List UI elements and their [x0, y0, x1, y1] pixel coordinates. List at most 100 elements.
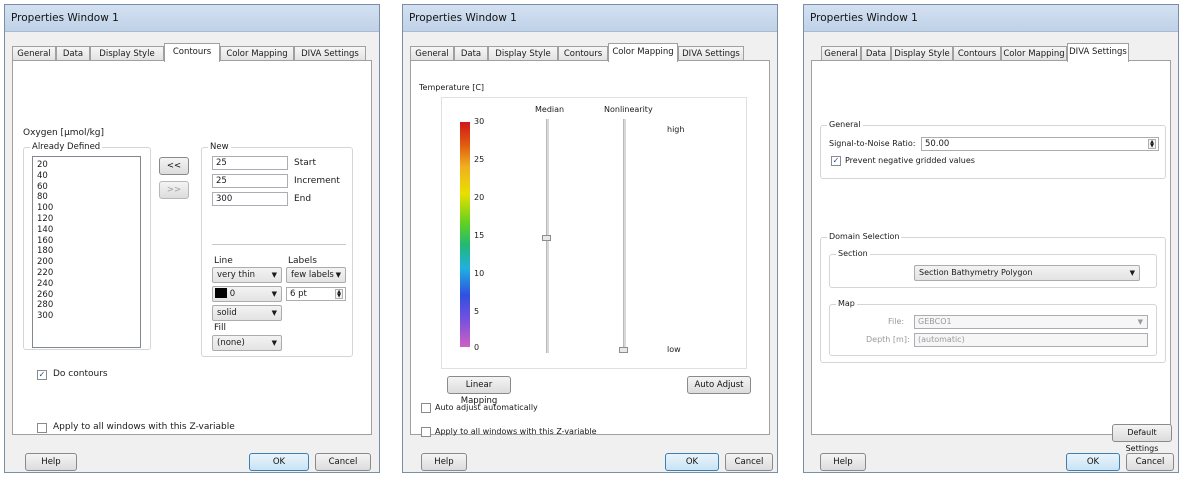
auto-adjust-checkbox[interactable] [421, 403, 431, 413]
properties-window-contours: Properties Window 1 General Data Display… [4, 4, 380, 473]
tab-contours[interactable]: Contours [558, 46, 608, 61]
fill-select[interactable]: (none) ▼ [212, 335, 282, 351]
do-contours-checkbox[interactable]: ✓ [37, 370, 47, 380]
list-item[interactable]: 160 [37, 236, 140, 247]
dropdown-arrow-icon: ▼ [335, 271, 341, 279]
list-item[interactable]: 120 [37, 214, 140, 225]
ok-button[interactable]: OK [1066, 453, 1120, 471]
color-swatch [215, 287, 227, 298]
list-item[interactable]: 260 [37, 290, 140, 301]
tab-data[interactable]: Data [56, 46, 90, 61]
list-item[interactable]: 20 [37, 160, 140, 171]
spinner-icon[interactable]: ▲ ▼ [335, 289, 343, 299]
tab-diva-settings[interactable]: DIVA Settings [294, 46, 366, 61]
mapping-area [441, 97, 747, 369]
dropdown-arrow-icon: ▼ [271, 271, 277, 279]
default-settings-button[interactable]: Default Settings [1112, 424, 1172, 453]
tab-display-style[interactable]: Display Style [90, 46, 164, 61]
list-item[interactable]: 200 [37, 257, 140, 268]
list-item[interactable]: 140 [37, 225, 140, 236]
prevent-negative-checkbox[interactable]: ✓ [831, 156, 841, 166]
section-value: Section Bathymetry Polygon [919, 268, 1033, 277]
help-button[interactable]: Help [25, 453, 77, 471]
tab-general[interactable]: General [410, 46, 454, 61]
tab-display-style[interactable]: Display Style [891, 46, 953, 61]
tab-general[interactable]: General [12, 46, 56, 61]
dropdown-arrow-icon: ▼ [1129, 269, 1135, 277]
dropdown-arrow-icon: ▼ [271, 290, 277, 298]
labels-mode-select[interactable]: few labels ▼ [286, 267, 346, 283]
ok-button[interactable]: OK [249, 453, 309, 471]
auto-adjust-button[interactable]: Auto Adjust [687, 376, 751, 394]
median-label: Median [535, 105, 565, 114]
tab-data[interactable]: Data [861, 46, 891, 61]
tab-display-style[interactable]: Display Style [488, 46, 558, 61]
list-item[interactable]: 220 [37, 268, 140, 279]
median-slider-thumb[interactable] [542, 235, 551, 241]
tab-color-mapping[interactable]: Color Mapping [220, 46, 294, 61]
list-item[interactable]: 60 [37, 182, 140, 193]
increment-input[interactable]: 25 [212, 174, 288, 188]
already-defined-label: Already Defined [30, 142, 103, 152]
tab-general[interactable]: General [821, 46, 861, 61]
depth-input[interactable]: (automatic) [914, 333, 1148, 347]
section-label: Section [836, 249, 870, 258]
line-style-select[interactable]: solid ▼ [212, 305, 282, 321]
list-item[interactable]: 300 [37, 311, 140, 322]
new-group: New 25 Start 25 Increment 300 End Line L… [201, 142, 353, 357]
scale-tick-label: 0 [474, 343, 480, 352]
tab-diva-settings[interactable]: DIVA Settings [1067, 43, 1129, 62]
scale-tick-label: 30 [474, 117, 485, 126]
section-group: Section Section Bathymetry Polygon ▼ [829, 249, 1157, 288]
apply-all-label: Apply to all windows with this Z-variabl… [435, 427, 597, 436]
ok-button[interactable]: OK [665, 453, 719, 471]
scale-tick-label: 25 [474, 155, 485, 164]
tab-color-mapping[interactable]: Color Mapping [608, 43, 678, 62]
apply-all-checkbox[interactable] [421, 427, 431, 437]
labels-mode-value: few labels [291, 270, 334, 280]
linear-mapping-button[interactable]: Linear Mapping [447, 376, 511, 406]
snr-label: Signal-to-Noise Ratio: [829, 139, 916, 148]
tab-data[interactable]: Data [454, 46, 488, 61]
line-width-select[interactable]: very thin ▼ [212, 267, 282, 283]
list-item[interactable]: 280 [37, 300, 140, 311]
list-item[interactable]: 80 [37, 192, 140, 203]
cancel-button[interactable]: Cancel [725, 453, 773, 471]
help-button[interactable]: Help [820, 453, 866, 471]
auto-adjust-auto-label: Auto adjust automatically [435, 403, 538, 412]
nonlinearity-slider-track[interactable] [623, 119, 626, 353]
move-right-button[interactable]: >> [159, 181, 189, 199]
move-left-button[interactable]: << [159, 157, 189, 175]
end-input[interactable]: 300 [212, 192, 288, 206]
window-title: Properties Window 1 [5, 5, 379, 32]
cancel-button[interactable]: Cancel [315, 453, 371, 471]
cancel-button[interactable]: Cancel [1126, 453, 1174, 471]
snr-value: 50.00 [925, 139, 950, 149]
fill-label: Fill [214, 323, 227, 333]
labels-size-value: 6 pt [290, 289, 307, 299]
already-defined-list[interactable]: 20 40 60 80 100 120 140 160 180 200 220 … [32, 156, 141, 348]
apply-all-checkbox[interactable] [37, 423, 47, 433]
dropdown-arrow-icon: ▼ [271, 309, 277, 317]
list-item[interactable]: 240 [37, 279, 140, 290]
line-color-select[interactable]: 0 ▼ [212, 286, 282, 302]
properties-window-diva-settings: Properties Window 1 General Data Display… [803, 4, 1179, 473]
snr-input[interactable]: 50.00 ▲ ▼ [921, 137, 1159, 151]
line-width-value: very thin [217, 270, 255, 280]
tab-color-mapping[interactable]: Color Mapping [1001, 46, 1067, 61]
nonlinearity-slider-thumb[interactable] [619, 347, 628, 353]
start-input[interactable]: 25 [212, 156, 288, 170]
list-item[interactable]: 180 [37, 246, 140, 257]
tab-contours[interactable]: Contours [953, 46, 1001, 61]
color-scale-bar [460, 122, 470, 347]
list-item[interactable]: 100 [37, 203, 140, 214]
spinner-icon[interactable]: ▲ ▼ [1148, 139, 1156, 149]
tab-diva-settings[interactable]: DIVA Settings [678, 46, 744, 61]
help-button[interactable]: Help [421, 453, 467, 471]
section-select[interactable]: Section Bathymetry Polygon ▼ [914, 265, 1140, 281]
labels-size-input[interactable]: 6 pt ▲ ▼ [286, 287, 346, 301]
file-select[interactable]: GEBCO1 ▼ [914, 315, 1148, 329]
dropdown-arrow-icon: ▼ [1137, 318, 1143, 326]
list-item[interactable]: 40 [37, 171, 140, 182]
tab-contours[interactable]: Contours [164, 43, 220, 62]
